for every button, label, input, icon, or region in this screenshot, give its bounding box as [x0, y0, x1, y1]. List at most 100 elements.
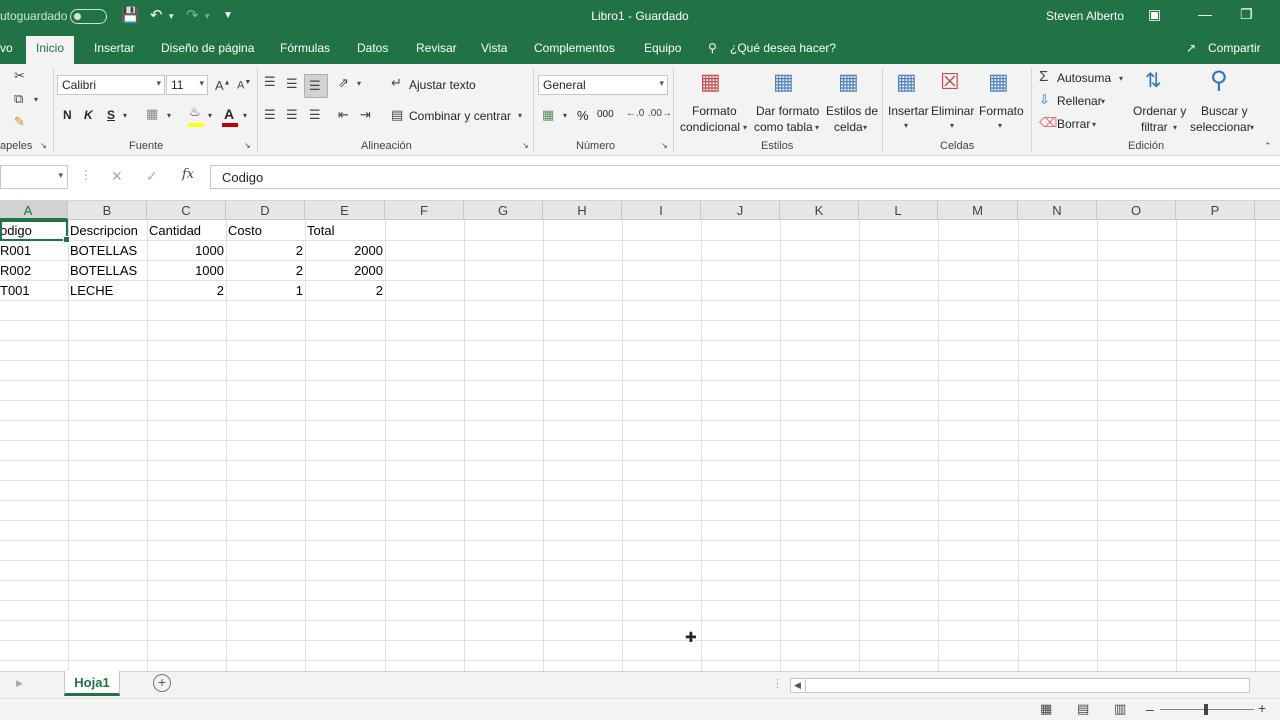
- format-painter-icon[interactable]: ✎: [14, 114, 25, 130]
- splitter-icon[interactable]: ⋮: [772, 677, 783, 690]
- column-header-k[interactable]: K: [780, 201, 859, 220]
- column-header-p[interactable]: P: [1176, 201, 1255, 220]
- cut-icon[interactable]: ✂: [14, 68, 25, 84]
- cell-e4[interactable]: 2: [305, 280, 385, 300]
- formula-input[interactable]: Codigo: [210, 165, 1280, 189]
- cell-c3[interactable]: 1000: [147, 260, 226, 280]
- cell-b4[interactable]: LECHE: [68, 280, 147, 300]
- scroll-left-icon[interactable]: ◀: [794, 680, 801, 691]
- borders-icon[interactable]: ▦: [146, 106, 158, 122]
- fill-button[interactable]: Rellenar: [1057, 94, 1102, 108]
- cell-d1[interactable]: Costo: [226, 220, 305, 240]
- tab-inicio[interactable]: Inicio: [26, 36, 75, 64]
- minimize-icon[interactable]: —: [1198, 6, 1212, 22]
- column-header-o[interactable]: O: [1097, 201, 1176, 220]
- tab-equipo[interactable]: Equipo: [644, 41, 681, 55]
- font-name-select[interactable]: Calibri ▾: [57, 75, 165, 95]
- increase-decimal-icon[interactable]: ←.0: [626, 108, 644, 119]
- column-header-l[interactable]: L: [859, 201, 938, 220]
- autosave-toggle[interactable]: [70, 9, 107, 24]
- user-name[interactable]: Steven Alberto: [1046, 9, 1124, 23]
- column-header-e[interactable]: E: [305, 201, 385, 220]
- scroll-sheets-icon[interactable]: ▶: [16, 678, 23, 689]
- fill-color-dropdown-icon[interactable]: ▾: [208, 111, 212, 120]
- orientation-dropdown-icon[interactable]: ▾: [357, 79, 361, 88]
- clipboard-launcher-icon[interactable]: ↘: [40, 141, 47, 150]
- clear-button[interactable]: Borrar: [1057, 117, 1090, 131]
- number-launcher-icon[interactable]: ↘: [661, 141, 668, 150]
- zoom-out-icon[interactable]: –: [1146, 701, 1154, 717]
- horizontal-scrollbar[interactable]: ◀: [790, 678, 1250, 693]
- column-header-d[interactable]: D: [226, 201, 305, 220]
- thousands-button[interactable]: 000: [597, 109, 614, 120]
- undo-dropdown-icon[interactable]: ▾: [169, 11, 174, 22]
- cell-a2[interactable]: R001: [0, 240, 68, 260]
- number-format-select[interactable]: General ▾: [538, 75, 668, 95]
- autosum-dropdown-icon[interactable]: ▾: [1119, 74, 1123, 83]
- enter-icon[interactable]: ✓: [146, 168, 158, 185]
- cell-d4[interactable]: 1: [226, 280, 305, 300]
- align-center-icon[interactable]: ☰: [286, 107, 298, 123]
- tab-revisar[interactable]: Revisar: [416, 41, 457, 55]
- format-as-table-button[interactable]: Dar formato: [756, 104, 819, 118]
- bold-button[interactable]: N: [63, 108, 72, 122]
- cell-a3[interactable]: R002: [0, 260, 68, 280]
- cell-a4[interactable]: T001: [0, 280, 68, 300]
- redo-dropdown-icon[interactable]: ▾: [205, 11, 210, 22]
- page-layout-view-icon[interactable]: ▤: [1077, 701, 1089, 717]
- cell-d2[interactable]: 2: [226, 240, 305, 260]
- percent-button[interactable]: %: [577, 108, 589, 123]
- cell-b2[interactable]: BOTELLAS: [68, 240, 147, 260]
- cell-e2[interactable]: 2000: [305, 240, 385, 260]
- ribbon-display-icon[interactable]: ▣: [1148, 6, 1161, 23]
- add-sheet-icon[interactable]: +: [153, 674, 171, 692]
- accounting-format-icon[interactable]: ▦: [542, 107, 554, 123]
- borders-dropdown-icon[interactable]: ▾: [167, 111, 171, 120]
- align-middle-icon[interactable]: ☰: [286, 76, 298, 92]
- conditional-formatting-button[interactable]: Formato: [692, 104, 737, 118]
- cell-c1[interactable]: Cantidad: [147, 220, 226, 240]
- collapse-ribbon-icon[interactable]: ⌃: [1264, 141, 1272, 152]
- underline-button[interactable]: S: [107, 108, 115, 122]
- column-header-h[interactable]: H: [543, 201, 622, 220]
- font-color-icon[interactable]: A: [224, 106, 234, 122]
- undo-icon[interactable]: ↶: [150, 6, 163, 24]
- column-header-m[interactable]: M: [938, 201, 1018, 220]
- column-header-f[interactable]: F: [385, 201, 464, 220]
- accounting-dropdown-icon[interactable]: ▾: [563, 111, 567, 120]
- page-break-view-icon[interactable]: ▥: [1114, 701, 1126, 717]
- column-header-b[interactable]: B: [68, 201, 147, 220]
- cell-e3[interactable]: 2000: [305, 260, 385, 280]
- decrease-indent-icon[interactable]: ⇤: [338, 107, 349, 123]
- font-launcher-icon[interactable]: ↘: [244, 141, 251, 150]
- tab-vista[interactable]: Vista: [481, 41, 507, 55]
- share-button[interactable]: Compartir: [1208, 41, 1261, 55]
- column-header-i[interactable]: I: [622, 201, 701, 220]
- column-header-n[interactable]: N: [1018, 201, 1097, 220]
- column-header-g[interactable]: G: [464, 201, 543, 220]
- insert-function-icon[interactable]: fx: [182, 167, 194, 182]
- cell-e1[interactable]: Total: [305, 220, 385, 240]
- worksheet-grid[interactable]: A B C D E F G H I J K L M N O Podigo Descripcion Cantidad…: [0, 201, 1280, 671]
- fill-dropdown-icon[interactable]: ▾: [1101, 97, 1105, 106]
- increase-font-icon[interactable]: A▲: [215, 78, 231, 93]
- tab-diseno-pagina[interactable]: Diseño de página: [161, 41, 254, 55]
- clear-dropdown-icon[interactable]: ▾: [1092, 120, 1096, 129]
- normal-view-icon[interactable]: ▦: [1040, 701, 1052, 717]
- cell-styles-button[interactable]: Estilos de: [826, 104, 878, 118]
- sheet-tab-hoja1[interactable]: Hoja1: [64, 671, 120, 696]
- wrap-text-button[interactable]: Ajustar texto: [409, 78, 476, 92]
- cancel-icon[interactable]: ✕: [111, 168, 123, 185]
- name-box[interactable]: ▾: [0, 165, 68, 189]
- column-header-j[interactable]: J: [701, 201, 780, 220]
- tab-insertar[interactable]: Insertar: [94, 41, 135, 55]
- zoom-in-icon[interactable]: +: [1258, 700, 1266, 716]
- cell-c4[interactable]: 2: [147, 280, 226, 300]
- cell-b3[interactable]: BOTELLAS: [68, 260, 147, 280]
- cell-b1[interactable]: Descripcion: [68, 220, 147, 240]
- italic-button[interactable]: K: [84, 108, 93, 122]
- save-icon[interactable]: 💾: [121, 6, 140, 24]
- column-header-a[interactable]: A: [0, 201, 68, 220]
- underline-dropdown-icon[interactable]: ▾: [123, 111, 127, 120]
- font-color-dropdown-icon[interactable]: ▾: [243, 111, 247, 120]
